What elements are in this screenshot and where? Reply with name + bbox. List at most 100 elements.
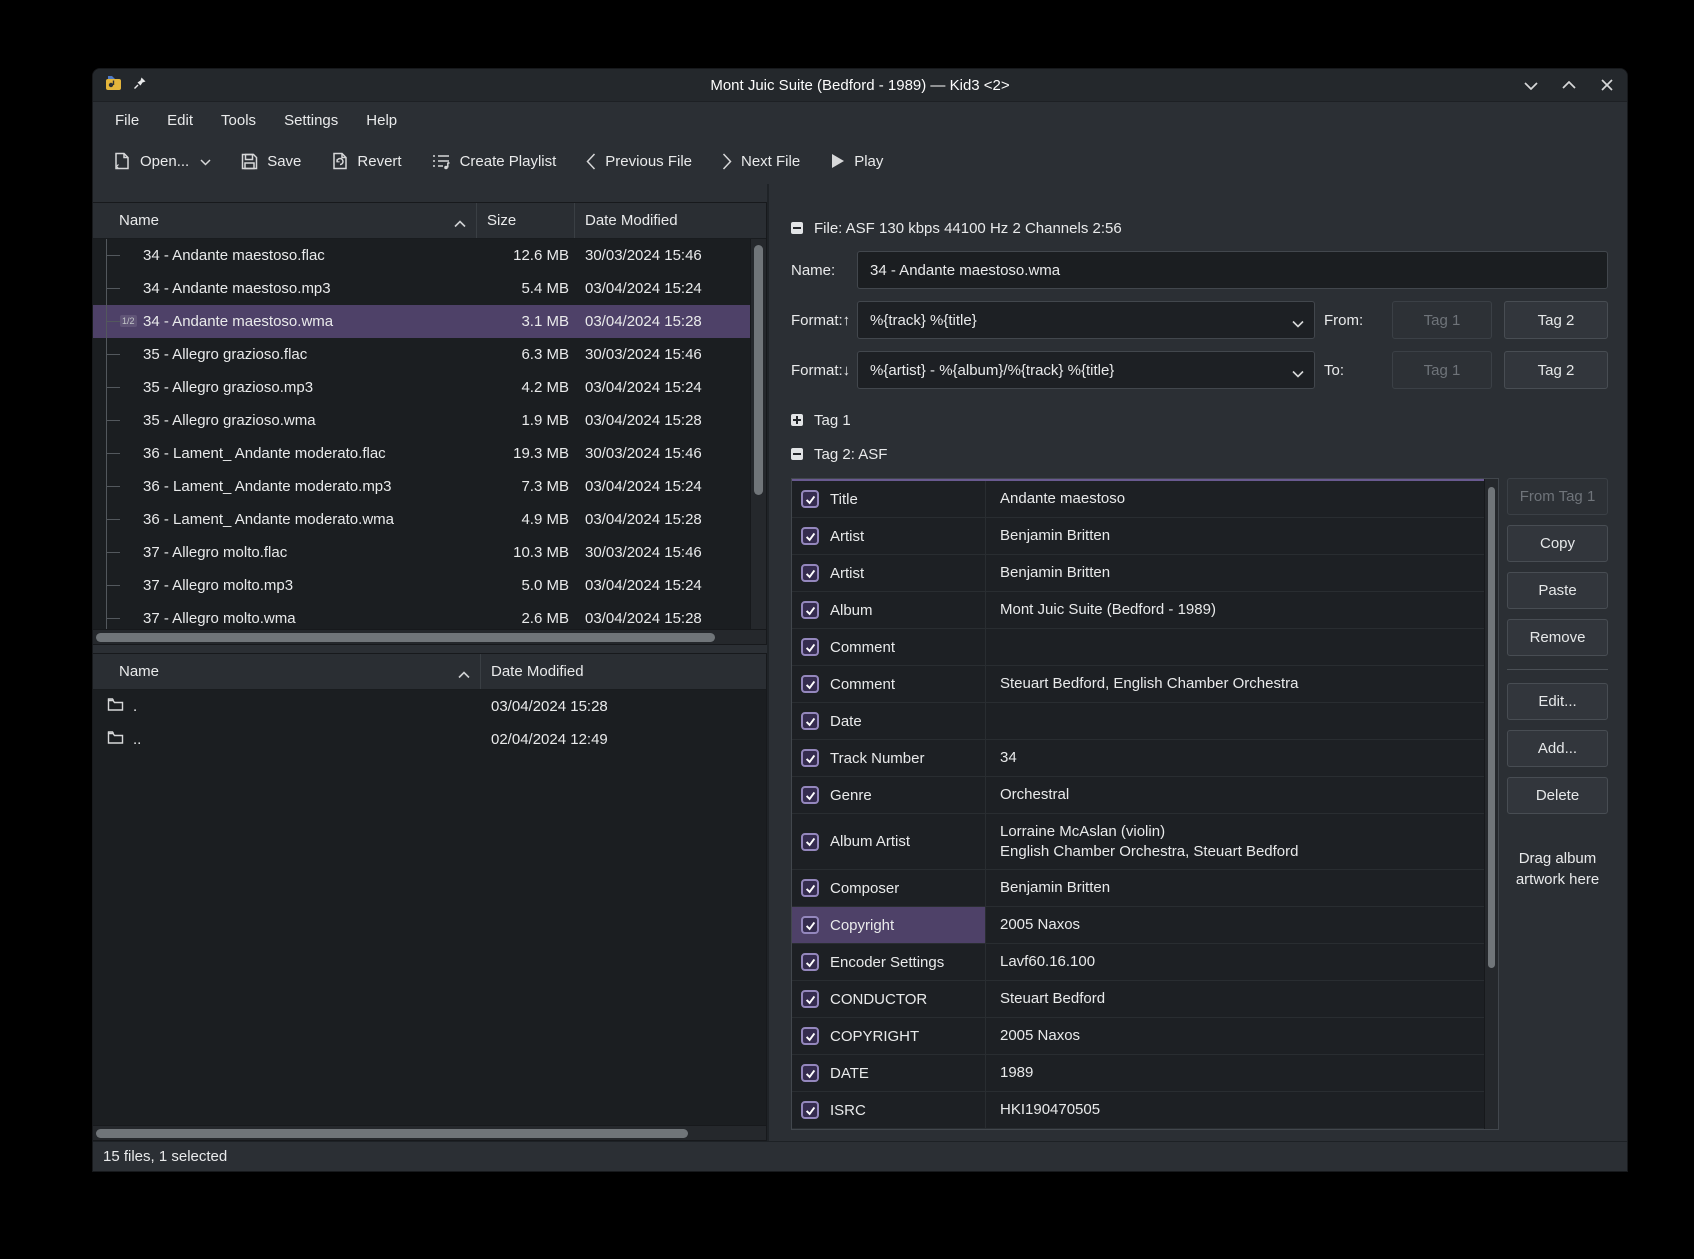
field-checkbox[interactable] <box>801 749 819 767</box>
field-checkbox[interactable] <box>801 953 819 971</box>
play-button[interactable]: Play <box>819 147 894 176</box>
menu-item-tools[interactable]: Tools <box>207 105 270 136</box>
scrollbar-thumb[interactable] <box>1488 487 1495 968</box>
maximize-icon[interactable] <box>1561 77 1577 93</box>
tag-field-value-cell[interactable]: Benjamin Britten <box>986 518 1484 554</box>
tag-field-row[interactable]: Track Number 34 <box>792 740 1484 777</box>
tag-field-value-cell[interactable]: Orchestral <box>986 777 1484 813</box>
file-list-header-date[interactable]: Date Modified <box>575 203 766 238</box>
panel-splitter[interactable] <box>93 645 767 653</box>
tag-field-name-cell[interactable]: Artist <box>792 555 986 591</box>
scrollbar-thumb[interactable] <box>96 1129 688 1138</box>
tag-field-row[interactable]: Copyright 2005 Naxos <box>792 907 1484 944</box>
scrollbar-thumb[interactable] <box>96 633 715 642</box>
tag-field-value-cell[interactable]: Steuart Bedford <box>986 981 1484 1017</box>
directory-list-horizontal-scrollbar[interactable] <box>93 1125 766 1140</box>
field-checkbox[interactable] <box>801 712 819 730</box>
tag-field-value-cell[interactable] <box>986 629 1484 665</box>
menu-item-help[interactable]: Help <box>352 105 411 136</box>
field-checkbox[interactable] <box>801 916 819 934</box>
edit-button[interactable]: Edit... <box>1507 683 1608 720</box>
file-list-horizontal-scrollbar[interactable] <box>93 629 766 644</box>
field-checkbox[interactable] <box>801 833 819 851</box>
tag-field-value-cell[interactable]: 34 <box>986 740 1484 776</box>
tag-field-name-cell[interactable]: CONDUCTOR <box>792 981 986 1017</box>
tag-field-row[interactable]: Title Andante maestoso <box>792 481 1484 518</box>
field-checkbox[interactable] <box>801 879 819 897</box>
tag-field-row[interactable]: COPYRIGHT 2005 Naxos <box>792 1018 1484 1055</box>
directory-row[interactable]: . 03/04/2024 15:28 <box>93 690 766 723</box>
copy-button[interactable]: Copy <box>1507 525 1608 562</box>
pin-icon[interactable] <box>133 76 147 95</box>
tag-field-row[interactable]: DATE 1989 <box>792 1055 1484 1092</box>
to-tag2-button[interactable]: Tag 2 <box>1504 351 1608 389</box>
artwork-drop-hint[interactable]: Drag album artwork here <box>1507 848 1608 890</box>
tag-field-name-cell[interactable]: COPYRIGHT <box>792 1018 986 1054</box>
tag-field-value-cell[interactable]: Benjamin Britten <box>986 870 1484 906</box>
file-row[interactable]: 37 - Allegro molto.wma 2.6 MB 03/04/2024… <box>93 602 750 629</box>
tag-field-name-cell[interactable]: Title <box>792 481 986 517</box>
file-row[interactable]: 36 - Lament_ Andante moderato.wma 4.9 MB… <box>93 503 750 536</box>
tag-field-row[interactable]: Album Mont Juic Suite (Bedford - 1989) <box>792 592 1484 629</box>
open-dropdown-icon[interactable] <box>198 153 211 170</box>
tag-field-value-cell[interactable]: HKI190470505 <box>986 1092 1484 1128</box>
field-checkbox[interactable] <box>801 1101 819 1119</box>
field-checkbox[interactable] <box>801 490 819 508</box>
tag-field-row[interactable]: Album Artist Lorraine McAslan (violin) E… <box>792 814 1484 870</box>
tag-field-name-cell[interactable]: Comment <box>792 666 986 702</box>
paste-button[interactable]: Paste <box>1507 572 1608 609</box>
file-row[interactable]: 36 - Lament_ Andante moderato.flac 19.3 … <box>93 437 750 470</box>
tag2-section-header[interactable]: Tag 2: ASF <box>791 443 1608 465</box>
expand-icon[interactable] <box>791 414 803 426</box>
minimize-icon[interactable] <box>1523 77 1539 93</box>
tag-field-row[interactable]: CONDUCTOR Steuart Bedford <box>792 981 1484 1018</box>
field-checkbox[interactable] <box>801 527 819 545</box>
create-playlist-button[interactable]: Create Playlist <box>421 147 568 176</box>
tag-field-row[interactable]: Comment Steuart Bedford, English Chamber… <box>792 666 1484 703</box>
tag-field-row[interactable]: Genre Orchestral <box>792 777 1484 814</box>
file-row[interactable]: 35 - Allegro grazioso.mp3 4.2 MB 03/04/2… <box>93 371 750 404</box>
tag-field-value-cell[interactable]: Lavf60.16.100 <box>986 944 1484 980</box>
tag-field-name-cell[interactable]: Copyright <box>792 907 986 943</box>
revert-button[interactable]: Revert <box>320 146 412 176</box>
tag-field-name-cell[interactable]: Comment <box>792 629 986 665</box>
add-button[interactable]: Add... <box>1507 730 1608 767</box>
tag-field-row[interactable]: Composer Benjamin Britten <box>792 870 1484 907</box>
collapse-icon[interactable] <box>791 222 803 234</box>
tag-field-name-cell[interactable]: DATE <box>792 1055 986 1091</box>
tag-field-value-cell[interactable]: Steuart Bedford, English Chamber Orchest… <box>986 666 1484 702</box>
tag-field-name-cell[interactable]: Genre <box>792 777 986 813</box>
tag-field-name-cell[interactable]: Artist <box>792 518 986 554</box>
file-row[interactable]: 37 - Allegro molto.flac 10.3 MB 30/03/20… <box>93 536 750 569</box>
field-checkbox[interactable] <box>801 638 819 656</box>
file-row[interactable]: 1/2 34 - Andante maestoso.wma 3.1 MB 03/… <box>93 305 750 338</box>
tag-field-row[interactable]: Artist Benjamin Britten <box>792 555 1484 592</box>
menu-item-edit[interactable]: Edit <box>153 105 207 136</box>
format-from-filename-combobox[interactable]: %{track} %{title} <box>857 301 1315 339</box>
field-checkbox[interactable] <box>801 1064 819 1082</box>
collapse-icon[interactable] <box>791 448 803 460</box>
file-section-header[interactable]: File: ASF 130 kbps 44100 Hz 2 Channels 2… <box>791 217 1608 239</box>
save-button[interactable]: Save <box>230 147 312 176</box>
tag-field-name-cell[interactable]: Album Artist <box>792 814 986 869</box>
file-row[interactable]: 36 - Lament_ Andante moderato.mp3 7.3 MB… <box>93 470 750 503</box>
file-list-vertical-scrollbar[interactable] <box>750 239 766 629</box>
tag-field-row[interactable]: Encoder Settings Lavf60.16.100 <box>792 944 1484 981</box>
filename-input[interactable] <box>857 251 1608 289</box>
field-checkbox[interactable] <box>801 990 819 1008</box>
tag1-section-header[interactable]: Tag 1 <box>791 409 1608 431</box>
tag-field-name-cell[interactable]: Composer <box>792 870 986 906</box>
from-tag1-button[interactable]: Tag 1 <box>1392 301 1492 339</box>
remove-button[interactable]: Remove <box>1507 619 1608 656</box>
tag-field-name-cell[interactable]: ISRC <box>792 1092 986 1128</box>
file-list-header-name[interactable]: Name <box>93 203 477 238</box>
directory-list-header-date[interactable]: Date Modified <box>481 654 766 689</box>
tag-field-row[interactable]: Date <box>792 703 1484 740</box>
next-file-button[interactable]: Next File <box>711 147 811 176</box>
tag-field-value-cell[interactable]: 2005 Naxos <box>986 1018 1484 1054</box>
field-checkbox[interactable] <box>801 786 819 804</box>
file-row[interactable]: 35 - Allegro grazioso.flac 6.3 MB 30/03/… <box>93 338 750 371</box>
tag-field-name-cell[interactable]: Track Number <box>792 740 986 776</box>
open-button[interactable]: Open... <box>103 146 222 176</box>
delete-button[interactable]: Delete <box>1507 777 1608 814</box>
